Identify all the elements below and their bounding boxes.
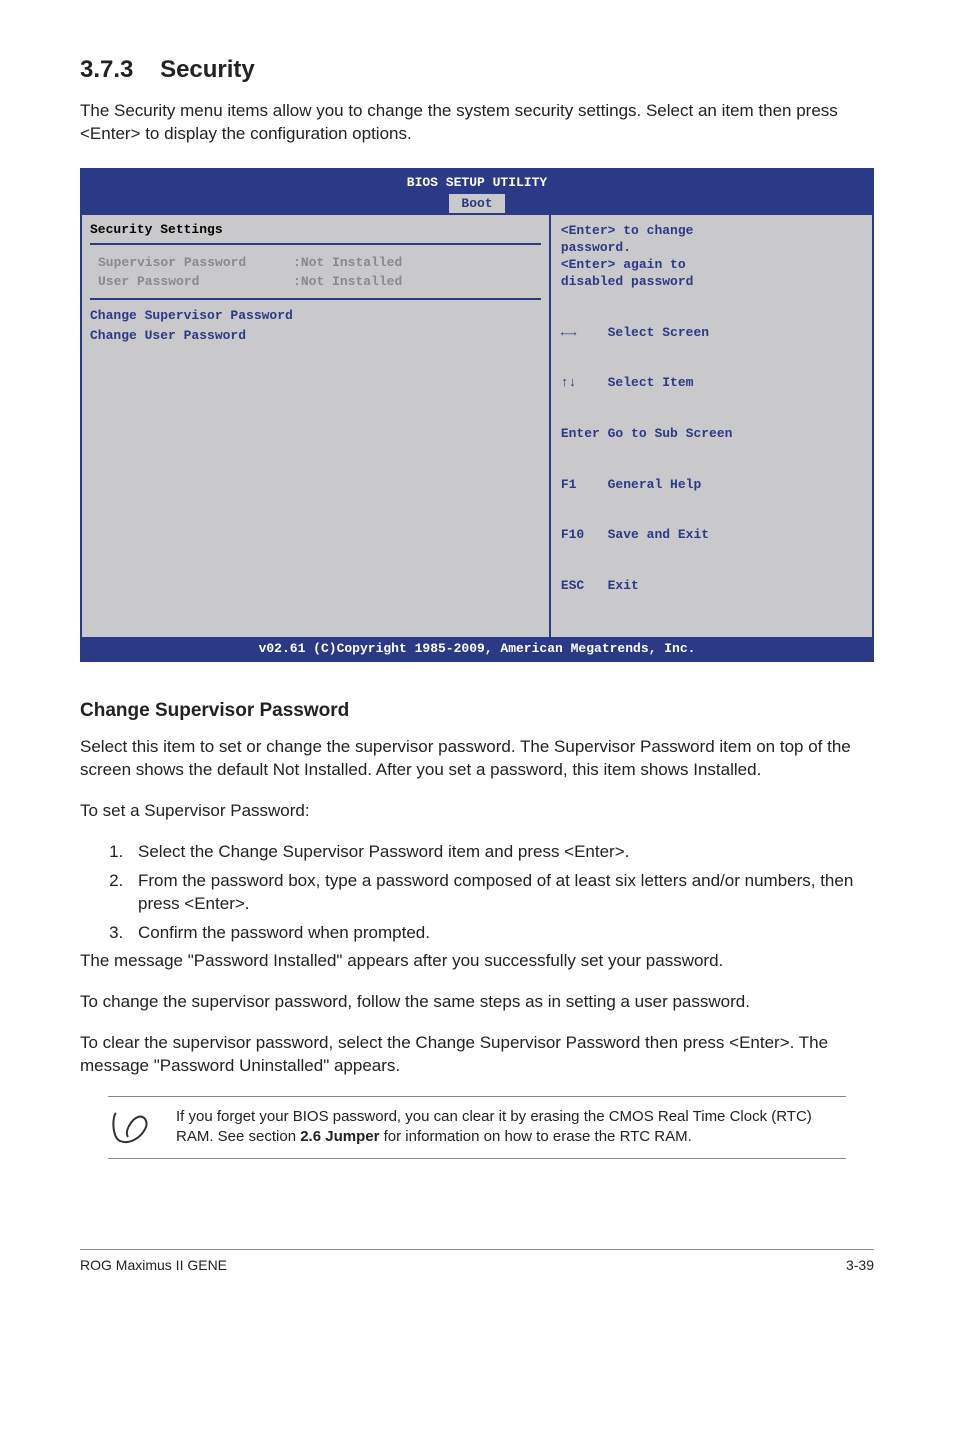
bios-key-line: F1 General Help [561, 477, 862, 494]
paperclip-icon [108, 1107, 152, 1147]
note-block: If you forget your BIOS password, you ca… [108, 1096, 846, 1159]
note-text-part: for information on how to erase the RTC … [379, 1128, 691, 1145]
list-item: Confirm the password when prompted. [128, 922, 874, 945]
subheading: Change Supervisor Password [80, 698, 874, 724]
bios-key-line: ↑↓ Select Item [561, 375, 862, 392]
section-number: 3.7.3 [80, 56, 133, 83]
bios-row-label: User Password [98, 274, 199, 289]
steps-list: Select the Change Supervisor Password it… [80, 841, 874, 945]
bios-tab-boot: Boot [449, 194, 504, 214]
bios-key-line: ←→ Select Screen [561, 325, 862, 342]
bios-row-value: :Not Installed [293, 255, 402, 270]
intro-paragraph: The Security menu items allow you to cha… [80, 100, 874, 146]
list-item: From the password box, type a password c… [128, 870, 874, 916]
bios-help-line: <Enter> to change [561, 223, 862, 240]
note-text: If you forget your BIOS password, you ca… [176, 1107, 846, 1148]
bios-link-change-supervisor: Change Supervisor Password [82, 306, 549, 326]
footer-right: 3-39 [846, 1256, 874, 1275]
footer-rule [80, 1249, 874, 1250]
bios-row-user: User Password :Not Installed [90, 272, 541, 292]
bios-footer: v02.61 (C)Copyright 1985-2009, American … [82, 637, 872, 661]
bios-key-line: ESC Exit [561, 578, 862, 595]
bios-help-line: password. [561, 240, 862, 257]
paragraph: To clear the supervisor password, select… [80, 1032, 874, 1078]
bios-link-change-user: Change User Password [82, 326, 549, 346]
bios-row-supervisor: Supervisor Password :Not Installed [90, 253, 541, 273]
note-bold: 2.6 Jumper [300, 1128, 379, 1145]
list-item: Select the Change Supervisor Password it… [128, 841, 874, 864]
section-title: Security [160, 56, 255, 83]
bios-utility-screenshot: BIOS SETUP UTILITY Boot Security Setting… [80, 168, 874, 662]
paragraph: To change the supervisor password, follo… [80, 991, 874, 1014]
bios-help-line: <Enter> again to [561, 257, 862, 274]
paragraph: Select this item to set or change the su… [80, 736, 874, 782]
bios-row-label: Supervisor Password [98, 255, 246, 270]
bios-title: BIOS SETUP UTILITY [82, 174, 872, 192]
bios-section-heading: Security Settings [90, 221, 541, 239]
bios-key-line: F10 Save and Exit [561, 527, 862, 544]
bios-key-line: Enter Go to Sub Screen [561, 426, 862, 443]
footer-left: ROG Maximus II GENE [80, 1256, 227, 1275]
paragraph: To set a Supervisor Password: [80, 800, 874, 823]
bios-left-panel: Security Settings Supervisor Password :N… [82, 215, 551, 636]
bios-help-line: disabled password [561, 274, 862, 291]
bios-row-value: :Not Installed [293, 274, 402, 289]
page-footer: ROG Maximus II GENE 3-39 [80, 1256, 874, 1275]
section-heading: 3.7.3 Security [80, 54, 874, 86]
bios-title-bar: BIOS SETUP UTILITY Boot [82, 170, 872, 215]
paragraph: The message "Password Installed" appears… [80, 950, 874, 973]
bios-help-panel: <Enter> to change password. <Enter> agai… [551, 215, 872, 636]
